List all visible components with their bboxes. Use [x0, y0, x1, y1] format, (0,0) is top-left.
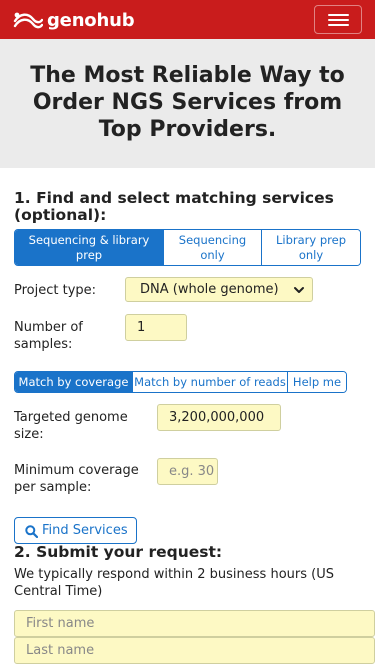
service-type-tabs: Sequencing & library prep Sequencing only … [14, 229, 361, 266]
menu-toggle-button[interactable] [314, 5, 362, 34]
coverage-label-line: per sample: [14, 480, 92, 495]
genome-size-label-line: size: [14, 427, 44, 442]
samples-label-line: Number of [14, 320, 83, 335]
find-services-label: Find Services [42, 523, 128, 538]
tab-help-me[interactable]: Help me [287, 372, 346, 392]
tab-label: Library prep [275, 232, 347, 247]
tab-sequencing-only[interactable]: Sequencing only [163, 230, 261, 265]
genome-size-label-line: Targeted genome [14, 410, 128, 425]
match-mode-tabs: Match by coverage Match by number of rea… [14, 371, 347, 393]
hero-title-line: The Most Reliable Way to [30, 63, 345, 88]
genome-size-label: Targeted genome size: [14, 409, 128, 443]
hero-banner: The Most Reliable Way to Order NGS Servi… [0, 39, 375, 168]
coverage-label-line: Minimum coverage [14, 463, 139, 478]
chevron-down-icon [294, 287, 304, 293]
tab-label: only [200, 247, 225, 262]
hamburger-icon [328, 24, 349, 26]
last-name-input[interactable]: Last name [14, 637, 375, 664]
coverage-label: Minimum coverage per sample: [14, 462, 139, 496]
project-type-label: Project type: [14, 283, 97, 298]
search-icon [25, 525, 38, 538]
project-type-select[interactable]: DNA (whole genome) [125, 277, 313, 302]
hero-title-line: Top Providers. [98, 117, 277, 142]
tab-label: Help me [292, 374, 342, 389]
tab-label: Sequencing [178, 232, 247, 247]
hamburger-icon [328, 14, 349, 16]
tab-sequencing-library-prep[interactable]: Sequencing & library prep [15, 230, 163, 265]
find-services-button[interactable]: Find Services [14, 517, 137, 544]
step2-title: 2. Submit your request: [14, 543, 223, 561]
tab-match-by-reads[interactable]: Match by number of reads [132, 372, 287, 392]
tab-library-prep-only[interactable]: Library prep only [261, 230, 360, 265]
first-name-input[interactable]: First name [14, 610, 375, 637]
hero-title-line: Order NGS Services from [32, 90, 343, 115]
tab-label: Sequencing & library [28, 232, 150, 247]
brand-name: genohub [47, 9, 135, 31]
response-time-note: We typically respond within 2 business h… [14, 567, 334, 599]
samples-label-line: samples: [14, 337, 73, 352]
samples-label: Number of samples: [14, 319, 83, 353]
tab-label: Match by number of reads [134, 374, 286, 389]
hamburger-icon [328, 19, 349, 21]
tab-label: prep [75, 247, 103, 262]
brand-logo[interactable]: genohub [13, 8, 135, 32]
tab-match-by-coverage[interactable]: Match by coverage [15, 372, 132, 392]
project-type-value: DNA (whole genome) [140, 282, 279, 297]
hero-title: The Most Reliable Way to Order NGS Servi… [0, 62, 375, 143]
genohub-logo-icon [13, 12, 43, 29]
top-navbar: genohub [0, 0, 375, 39]
tab-label: only [298, 247, 324, 262]
tab-label: Match by coverage [18, 374, 129, 389]
samples-input[interactable]: 1 [125, 314, 187, 341]
coverage-input[interactable]: e.g. 30 [157, 458, 218, 485]
step1-title: 1. Find and select matching services (op… [14, 190, 334, 224]
step1-title-line: 1. Find and select matching services [14, 189, 334, 207]
step1-title-line: (optional): [14, 206, 107, 224]
genome-size-input[interactable]: 3,200,000,000 [157, 404, 281, 431]
